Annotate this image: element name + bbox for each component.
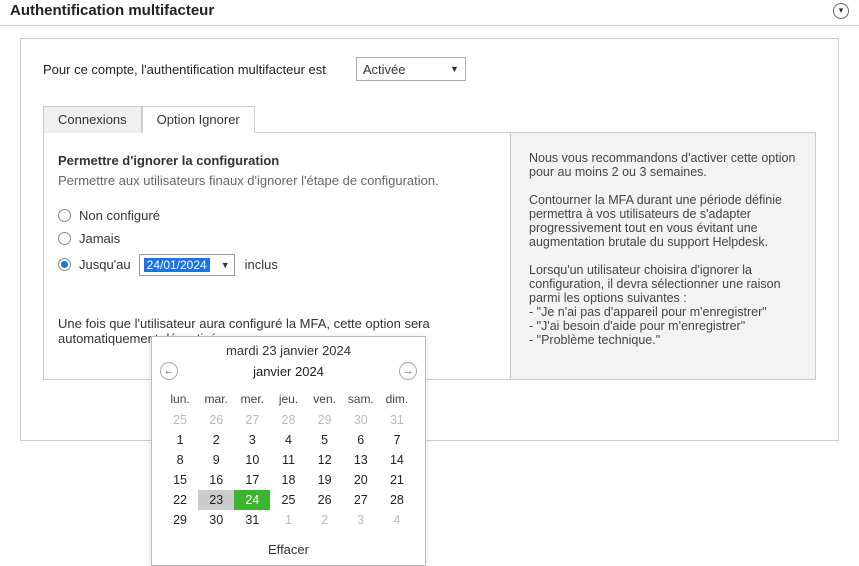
- calendar-day[interactable]: 22: [162, 490, 198, 510]
- calendar-day[interactable]: 3: [234, 430, 270, 450]
- calendar-day[interactable]: 27: [234, 410, 270, 430]
- calendar-day[interactable]: 1: [162, 430, 198, 450]
- inclus-label: inclus: [245, 257, 278, 272]
- main-panel: Pour ce compte, l'authentification multi…: [20, 38, 839, 441]
- radio-until[interactable]: [58, 258, 71, 271]
- mfa-status-label: Pour ce compte, l'authentification multi…: [43, 62, 326, 77]
- calendar-day[interactable]: 10: [234, 450, 270, 470]
- calendar-day[interactable]: 12: [307, 450, 343, 470]
- calendar-day[interactable]: 20: [343, 470, 379, 490]
- calendar-day[interactable]: 30: [343, 410, 379, 430]
- calendar-day[interactable]: 17: [234, 470, 270, 490]
- calendar-next-button[interactable]: →: [399, 362, 417, 380]
- calendar-day[interactable]: 13: [343, 450, 379, 470]
- date-picker: mardi 23 janvier 2024 ← janvier 2024 → l…: [151, 336, 426, 566]
- calendar-day[interactable]: 6: [343, 430, 379, 450]
- calendar-day[interactable]: 29: [307, 410, 343, 430]
- radio-never-label: Jamais: [79, 231, 120, 246]
- calendar-day[interactable]: 24: [234, 490, 270, 510]
- info-p3: Lorsqu'un utilisateur choisira d'ignorer…: [529, 263, 797, 347]
- info-panel: Nous vous recommandons d'activer cette o…: [510, 133, 815, 379]
- calendar-weekday: ven.: [307, 388, 343, 410]
- calendar-day[interactable]: 1: [270, 510, 306, 530]
- tab-connexions[interactable]: Connexions: [43, 106, 142, 133]
- calendar-day[interactable]: 7: [379, 430, 415, 450]
- until-date-value: 24/01/2024: [144, 258, 210, 272]
- calendar-day[interactable]: 26: [307, 490, 343, 510]
- mfa-status-select[interactable]: Activée ▼: [356, 57, 466, 81]
- radio-until-label: Jusqu'au: [79, 257, 131, 272]
- section-desc: Permettre aux utilisateurs finaux d'igno…: [58, 172, 488, 190]
- calendar-day[interactable]: 3: [343, 510, 379, 530]
- calendar-day[interactable]: 30: [198, 510, 234, 530]
- info-p2: Contourner la MFA durant une période déf…: [529, 193, 797, 249]
- calendar-weekday: mar.: [198, 388, 234, 410]
- chevron-down-icon: ▼: [221, 260, 230, 270]
- chevron-down-icon: ▼: [450, 64, 459, 74]
- calendar-prev-button[interactable]: ←: [160, 362, 178, 380]
- calendar-weekday: lun.: [162, 388, 198, 410]
- calendar-day[interactable]: 19: [307, 470, 343, 490]
- calendar-day[interactable]: 16: [198, 470, 234, 490]
- calendar-month: janvier 2024: [253, 364, 324, 379]
- info-p1: Nous vous recommandons d'activer cette o…: [529, 151, 797, 179]
- calendar-day[interactable]: 15: [162, 470, 198, 490]
- calendar-day[interactable]: 8: [162, 450, 198, 470]
- calendar-day[interactable]: 27: [343, 490, 379, 510]
- calendar-day[interactable]: 5: [307, 430, 343, 450]
- calendar-day[interactable]: 29: [162, 510, 198, 530]
- page-title: Authentification multifacteur: [10, 2, 214, 19]
- calendar-day[interactable]: 31: [379, 410, 415, 430]
- calendar-day[interactable]: 26: [198, 410, 234, 430]
- calendar-day[interactable]: 9: [198, 450, 234, 470]
- calendar-day[interactable]: 31: [234, 510, 270, 530]
- calendar-day[interactable]: 2: [198, 430, 234, 450]
- section-title: Permettre d'ignorer la configuration: [58, 153, 488, 168]
- radio-not-configured-label: Non configuré: [79, 208, 160, 223]
- calendar-clear-button[interactable]: Effacer: [152, 536, 425, 565]
- calendar-weekday: mer.: [234, 388, 270, 410]
- calendar-day[interactable]: 4: [270, 430, 306, 450]
- until-date-input[interactable]: 24/01/2024 ▼: [139, 254, 235, 276]
- calendar-day[interactable]: 25: [162, 410, 198, 430]
- calendar-day[interactable]: 11: [270, 450, 306, 470]
- calendar-weekday: jeu.: [270, 388, 306, 410]
- radio-never[interactable]: [58, 232, 71, 245]
- calendar-day[interactable]: 18: [270, 470, 306, 490]
- calendar-weekday: sam.: [343, 388, 379, 410]
- calendar-day[interactable]: 23: [198, 490, 234, 510]
- mfa-status-value: Activée: [363, 62, 406, 77]
- calendar-day[interactable]: 25: [270, 490, 306, 510]
- calendar-day[interactable]: 28: [270, 410, 306, 430]
- collapse-icon[interactable]: ▾: [833, 3, 849, 19]
- radio-not-configured[interactable]: [58, 209, 71, 222]
- calendar-day[interactable]: 2: [307, 510, 343, 530]
- tab-option-ignorer[interactable]: Option Ignorer: [142, 106, 255, 133]
- calendar-day[interactable]: 21: [379, 470, 415, 490]
- calendar-title: mardi 23 janvier 2024: [152, 337, 425, 360]
- calendar-day[interactable]: 28: [379, 490, 415, 510]
- calendar-day[interactable]: 4: [379, 510, 415, 530]
- calendar-weekday: dim.: [379, 388, 415, 410]
- calendar-day[interactable]: 14: [379, 450, 415, 470]
